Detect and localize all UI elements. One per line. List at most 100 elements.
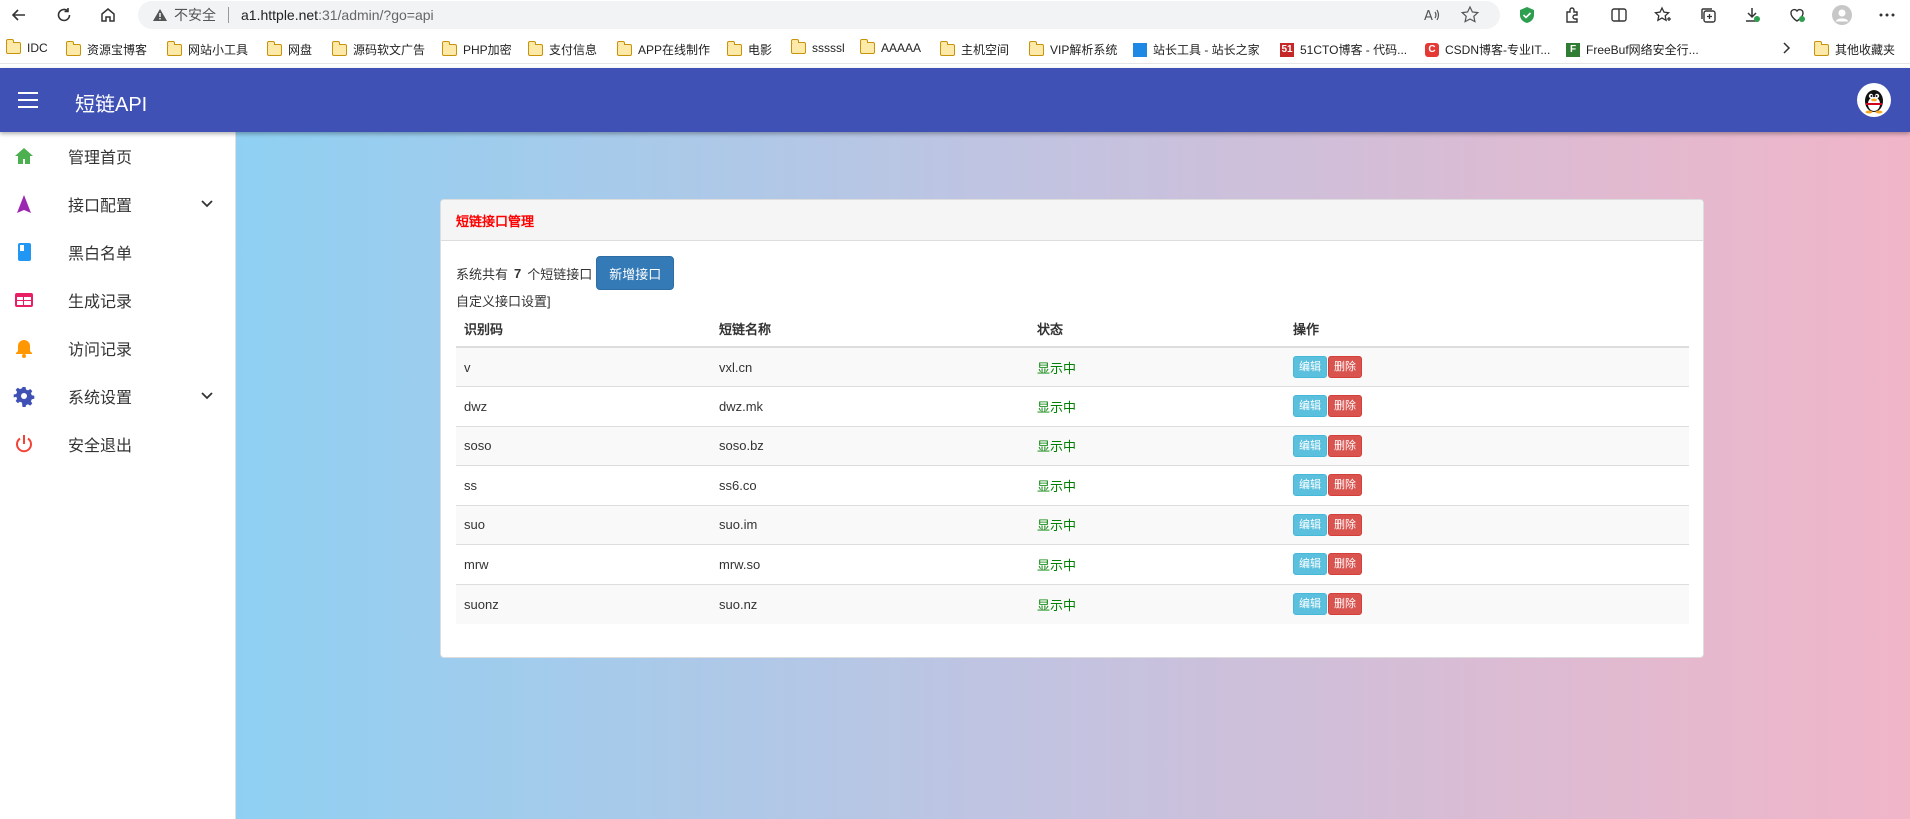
bookmark-item[interactable]: 51 51CTO博客 - 代码... [1280,41,1407,58]
api-status-cell: 显示中 [1029,504,1285,545]
sidebar-item-settings[interactable]: 系统设置 [0,372,236,420]
folder-icon [1028,40,1044,56]
sidebar-item-label: 系统设置 [68,390,133,407]
performance-icon[interactable] [1786,4,1808,26]
refresh-icon[interactable] [53,4,75,26]
sidebar-item-blacklist[interactable]: 黑白名单 [0,228,236,276]
sidebar-item-visit-log[interactable]: 访问记录 [0,324,236,372]
app-header: 短链API [0,68,1910,132]
sidebar-item-generation-log[interactable]: 生成记录 [0,276,236,324]
api-status-cell: 显示中 [1029,465,1285,505]
edit-button[interactable]: 编辑 [1293,356,1327,378]
bookmark-label: sssssl [812,41,845,55]
sidebar-item-api-config[interactable]: 接口配置 [0,180,236,228]
edit-button[interactable]: 编辑 [1293,395,1327,418]
home-icon[interactable] [97,4,119,26]
more-bookmarks-chevron-icon[interactable] [1780,41,1792,55]
api-status-cell: 显示中 [1029,346,1285,387]
bookmark-label: PHP加密 [463,43,512,57]
bookmark-item[interactable]: 网站小工具 [166,40,248,58]
bookmark-item[interactable]: sssssl [790,39,845,55]
chevron-down-icon[interactable] [198,387,216,405]
table-row: suonz suo.nz 显示中 编辑 删除 [456,583,1689,624]
table-row: v vxl.cn 显示中 编辑 删除 [456,346,1689,387]
freebuf-favicon-icon: F [1566,42,1580,57]
back-icon[interactable] [8,4,30,26]
bookmark-item[interactable]: VIP解析系统 [1028,40,1117,58]
bookmark-item[interactable]: 资源宝博客 [65,40,147,58]
folder-icon [441,40,457,56]
favorite-star-icon[interactable] [1460,5,1480,28]
sidebar-item-home[interactable]: 管理首页 [0,132,236,180]
sidebar-item-logout[interactable]: 安全退出 [0,420,236,468]
extensions-icon[interactable] [1561,4,1583,26]
bookmark-item[interactable]: APP在线制作 [616,40,711,58]
edit-button[interactable]: 编辑 [1293,553,1327,576]
add-api-button[interactable]: 新增接口 [596,256,675,290]
bookmark-item[interactable]: 其他收藏夹 [1813,40,1895,58]
bookmark-item[interactable]: 源码软文广告 [331,40,425,58]
navigation-icon [12,192,36,216]
folder-icon [616,40,632,56]
bookmark-item[interactable]: AAAAA [859,39,921,55]
table-row: suo suo.im 显示中 编辑 删除 [456,504,1689,545]
profile-avatar-icon[interactable] [1831,4,1853,26]
panel-header: 短链接口管理 [441,200,1703,241]
warning-icon[interactable]: 不安全 [152,5,216,25]
menu-icon[interactable] [18,92,38,108]
browser-toolbar: 不安全 a1.httple.net:31/admin/?go=api A [0,0,1910,30]
delete-button[interactable]: 删除 [1328,513,1362,536]
book-icon [12,240,36,264]
bookmark-item[interactable]: IDC [5,39,48,55]
api-name-cell: soso.bz [711,425,1029,466]
bookmark-item[interactable]: 支付信息 [527,40,598,58]
column-header-status: 状态 [1029,311,1285,348]
bookmark-label: 主机空间 [961,43,1010,57]
edit-button[interactable]: 编辑 [1293,513,1327,536]
bookmark-item[interactable]: C CSDN博客-专业IT... [1425,41,1550,58]
shield-extension-icon[interactable] [1516,4,1538,26]
bookmark-label: 支付信息 [549,43,598,57]
sidebar-item-label: 接口配置 [68,198,133,215]
edit-button[interactable]: 编辑 [1293,434,1327,457]
collections-icon[interactable] [1697,4,1719,26]
edit-button[interactable]: 编辑 [1293,474,1327,497]
url-path: :31/admin/?go=api [318,7,434,23]
delete-button[interactable]: 删除 [1328,356,1362,378]
delete-button[interactable]: 删除 [1328,395,1362,418]
favorites-icon[interactable] [1652,4,1674,26]
bookmark-item[interactable]: PHP加密 [441,40,512,58]
bookmark-item[interactable]: F FreeBuf网络安全行... [1566,41,1699,58]
downloads-icon[interactable] [1741,4,1763,26]
avatar[interactable] [1857,83,1891,117]
summary-suffix: 个短链接口 [527,266,593,282]
delete-button[interactable]: 删除 [1328,434,1362,457]
sidebar-item-label: 生成记录 [68,294,133,311]
bookmark-item[interactable]: 网盘 [266,40,312,58]
folder-icon [726,40,742,56]
chevron-down-icon[interactable] [198,195,216,213]
api-name-cell: suo.nz [711,583,1029,624]
api-code-cell: ss [456,465,711,505]
bookmark-item[interactable]: 站长工具 - 站长之家 [1133,41,1260,58]
read-aloud-icon[interactable]: A [1422,5,1442,28]
bookmark-label: APP在线制作 [638,43,711,57]
delete-button[interactable]: 删除 [1328,593,1362,615]
table-row: dwz dwz.mk 显示中 编辑 删除 [456,386,1689,426]
address-bar[interactable]: 不安全 a1.httple.net:31/admin/?go=api A [138,1,1500,29]
custom-api-note: 自定义接口设置] [456,294,551,309]
folder-icon [166,40,182,56]
panel-body: 系统共有 7 个短链接口 新增接口 自定义接口设置] 识别码 短链名称 状态 操… [441,241,1703,624]
delete-button[interactable]: 删除 [1328,553,1362,576]
sidebar-item-label: 访问记录 [68,342,133,359]
bookmark-item[interactable]: 电影 [726,40,772,58]
edit-button[interactable]: 编辑 [1293,593,1327,615]
delete-button[interactable]: 删除 [1328,474,1362,497]
split-screen-icon[interactable] [1608,4,1630,26]
api-status-cell: 显示中 [1029,386,1285,426]
bookmark-item[interactable]: 主机空间 [939,40,1010,58]
api-code-cell: dwz [456,386,711,426]
table-row: ss ss6.co 显示中 编辑 删除 [456,465,1689,505]
more-menu-icon[interactable] [1876,4,1898,26]
api-actions-cell: 编辑 删除 [1285,346,1689,387]
